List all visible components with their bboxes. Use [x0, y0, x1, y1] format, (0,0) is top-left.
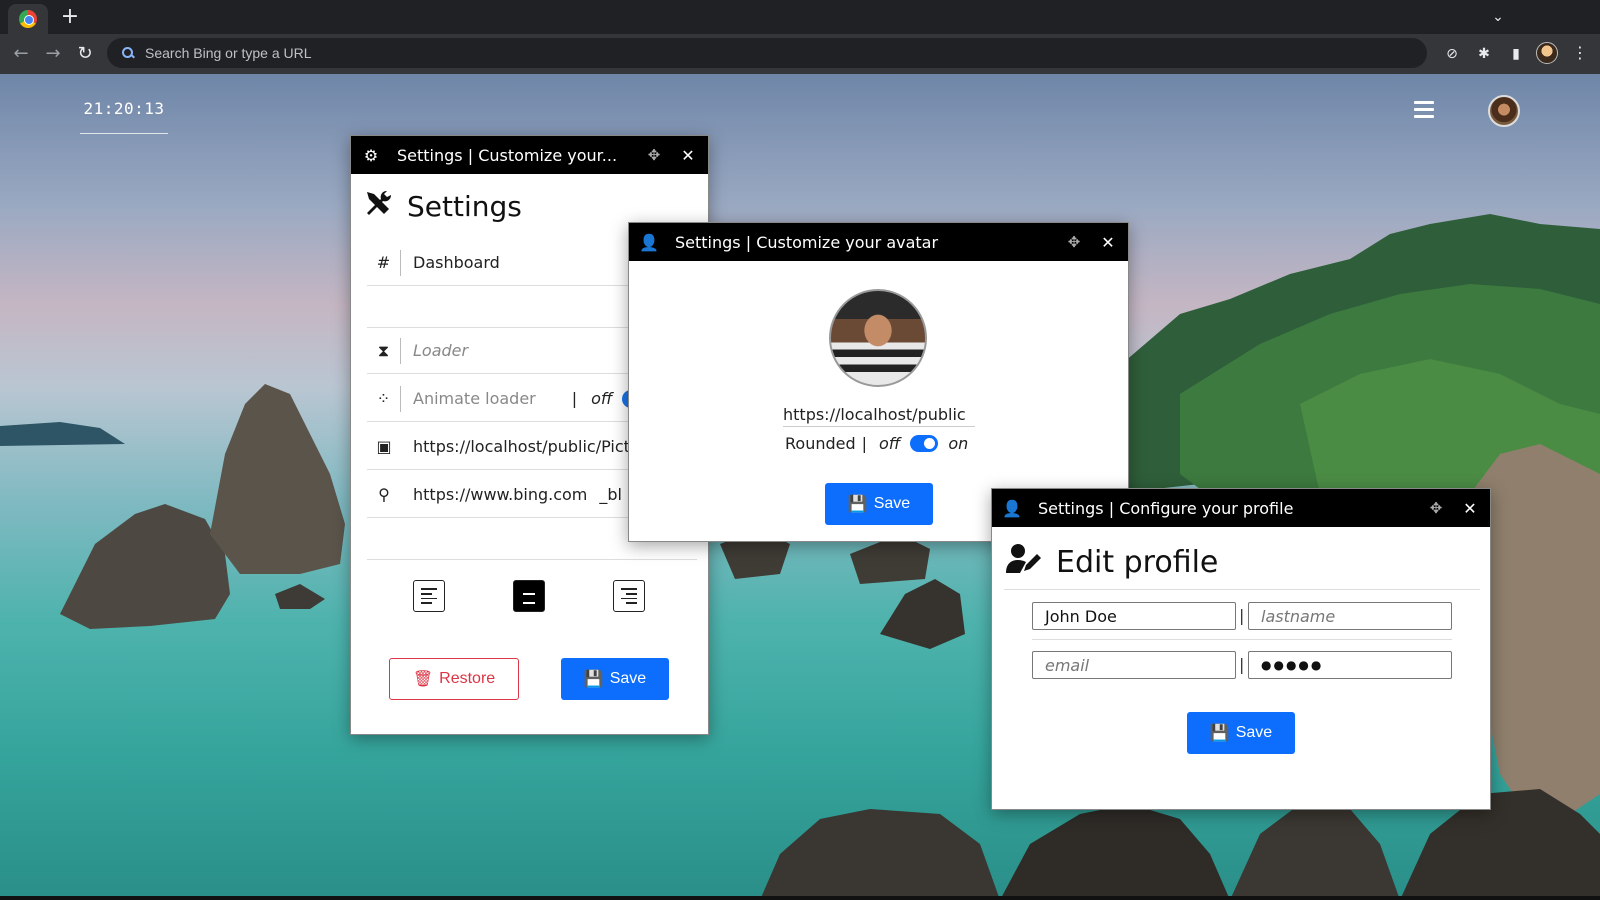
browser-logo-icon — [19, 10, 37, 28]
address-bar-placeholder: Search Bing or type a URL — [145, 45, 312, 61]
rounded-toggle[interactable] — [910, 434, 939, 452]
avatar-window-titlebar[interactable]: 👤 Settings | Customize your avatar ✥ ✕ — [629, 223, 1128, 261]
hamburger-menu-icon[interactable] — [1414, 101, 1434, 119]
lastname-field[interactable]: lastname — [1248, 602, 1452, 630]
move-icon[interactable]: ✥ — [1060, 233, 1088, 251]
rock-shape — [1230, 804, 1400, 900]
tools-icon — [363, 188, 397, 225]
headland-shape — [0, 422, 125, 446]
rock-shape — [760, 809, 1000, 900]
close-icon[interactable]: ✕ — [668, 146, 708, 165]
edit-profile-heading: Edit profile — [1006, 543, 1218, 581]
sea-stack-shape — [60, 504, 230, 629]
user-edit-icon — [1006, 543, 1046, 581]
move-icon[interactable]: ✥ — [640, 146, 668, 164]
close-icon[interactable]: ✕ — [1088, 233, 1128, 252]
rock-shape — [275, 584, 325, 609]
trash-icon: 🗑 — [412, 671, 434, 688]
restore-button-label: Restore — [439, 670, 496, 687]
tab-search-chevron-icon[interactable]: ⌄ — [1486, 6, 1510, 28]
clock: 21:20:13 — [80, 96, 168, 134]
close-icon[interactable]: ✕ — [1450, 499, 1490, 518]
tracking-blocked-icon[interactable]: ⊘ — [1442, 44, 1462, 64]
background-image-url[interactable]: https://localhost/public/Pict — [413, 437, 630, 456]
spinner-icon: ⁘ — [367, 385, 401, 412]
user-avatar[interactable] — [1488, 95, 1520, 127]
align-left-button[interactable] — [413, 580, 445, 612]
save-button-label: Save — [873, 495, 911, 512]
settings-heading-text: Settings — [407, 190, 522, 223]
avatar-url-input[interactable]: https://localhost/public — [783, 405, 975, 427]
settings-window-titlebar[interactable]: ⚙ Settings | Customize your... ✥ ✕ — [351, 136, 708, 174]
align-center-button[interactable] — [513, 580, 545, 612]
move-icon[interactable]: ✥ — [1422, 499, 1450, 517]
search-engine-url[interactable]: https://www.bing.com — [413, 485, 587, 504]
browser-menu-icon[interactable]: ⋮ — [1572, 42, 1588, 64]
browser-tabstrip: + ⌄ — [0, 0, 1600, 34]
animate-loader-label: Animate loader — [413, 389, 536, 408]
hash-icon: # — [367, 249, 401, 276]
floppy-disk-icon: 💾 — [847, 496, 868, 513]
user-gear-icon: 👤 — [1002, 498, 1022, 518]
browser-toolbar: ← → ↻ Search Bing or type a URL ⊘ ✱ ▮ — [0, 34, 1600, 74]
save-button-label: Save — [1235, 724, 1273, 741]
rounded-separator: | — [861, 433, 868, 453]
profile-window-titlebar[interactable]: 👤 Settings | Configure your profile ✥ ✕ — [992, 489, 1490, 527]
profile-window-title: Settings | Configure your profile — [1038, 498, 1294, 518]
search-icon — [121, 46, 135, 60]
address-bar[interactable]: Search Bing or type a URL — [107, 38, 1427, 68]
floppy-disk-icon: 💾 — [583, 671, 604, 688]
firstname-field[interactable]: John Doe — [1032, 602, 1236, 630]
extensions-puzzle-icon[interactable]: ✱ — [1474, 44, 1494, 64]
reload-icon[interactable]: ↻ — [73, 42, 97, 66]
rounded-on-label: on — [948, 433, 969, 453]
new-tab-button[interactable]: + — [58, 4, 82, 30]
avatar-window-title: Settings | Customize your avatar — [675, 232, 939, 252]
gear-icon: ⚙ — [363, 145, 379, 165]
password-field[interactable]: ●●●●● — [1248, 651, 1452, 679]
sea-stack-shape — [210, 384, 345, 574]
settings-save-button[interactable]: 💾 Save — [561, 658, 669, 700]
field-row-divider — [1032, 639, 1452, 640]
field-separator: | — [1239, 655, 1245, 674]
dashboard-label: Dashboard — [413, 253, 500, 272]
rock-shape — [1000, 804, 1230, 900]
browser-tab-active[interactable] — [8, 4, 48, 34]
forward-arrow-icon[interactable]: → — [41, 42, 65, 66]
magnifier-icon: ⚲ — [378, 484, 390, 504]
floppy-disk-icon: 💾 — [1209, 725, 1230, 742]
loader-input[interactable]: Loader — [413, 341, 468, 360]
side-panel-icon[interactable]: ▮ — [1506, 44, 1526, 64]
bottom-edge — [0, 896, 1600, 900]
field-separator: | — [1239, 606, 1245, 625]
edit-profile-heading-text: Edit profile — [1056, 544, 1219, 580]
settings-window-title: Settings | Customize your... — [397, 145, 618, 165]
profile-save-button[interactable]: 💾 Save — [1187, 712, 1295, 754]
save-button-label: Save — [609, 670, 647, 687]
restore-button[interactable]: 🗑 Restore — [389, 658, 519, 700]
hourglass-icon: ⧗ — [367, 337, 401, 364]
alignment-group — [367, 559, 697, 631]
profile-window: 👤 Settings | Configure your profile ✥ ✕ … — [991, 488, 1491, 810]
user-gear-icon: 👤 — [639, 232, 659, 252]
settings-heading: Settings — [363, 188, 522, 225]
image-icon: ▣ — [376, 436, 392, 456]
search-target-value[interactable]: _bl — [599, 485, 622, 504]
animate-loader-off-label: off — [591, 389, 613, 408]
back-arrow-icon[interactable]: ← — [9, 42, 33, 66]
rock-shape — [880, 579, 965, 649]
avatar-preview — [829, 289, 927, 387]
animate-loader-separator: | — [571, 389, 578, 408]
rounded-off-label: off — [879, 433, 901, 453]
align-right-button[interactable] — [613, 580, 645, 612]
avatar-save-button[interactable]: 💾 Save — [825, 483, 933, 525]
browser-profile-avatar[interactable] — [1536, 42, 1558, 64]
rounded-option: Rounded | off on — [785, 432, 968, 454]
email-field[interactable]: email — [1032, 651, 1236, 679]
rounded-label: Rounded — [785, 433, 856, 453]
heading-divider — [1004, 589, 1480, 590]
